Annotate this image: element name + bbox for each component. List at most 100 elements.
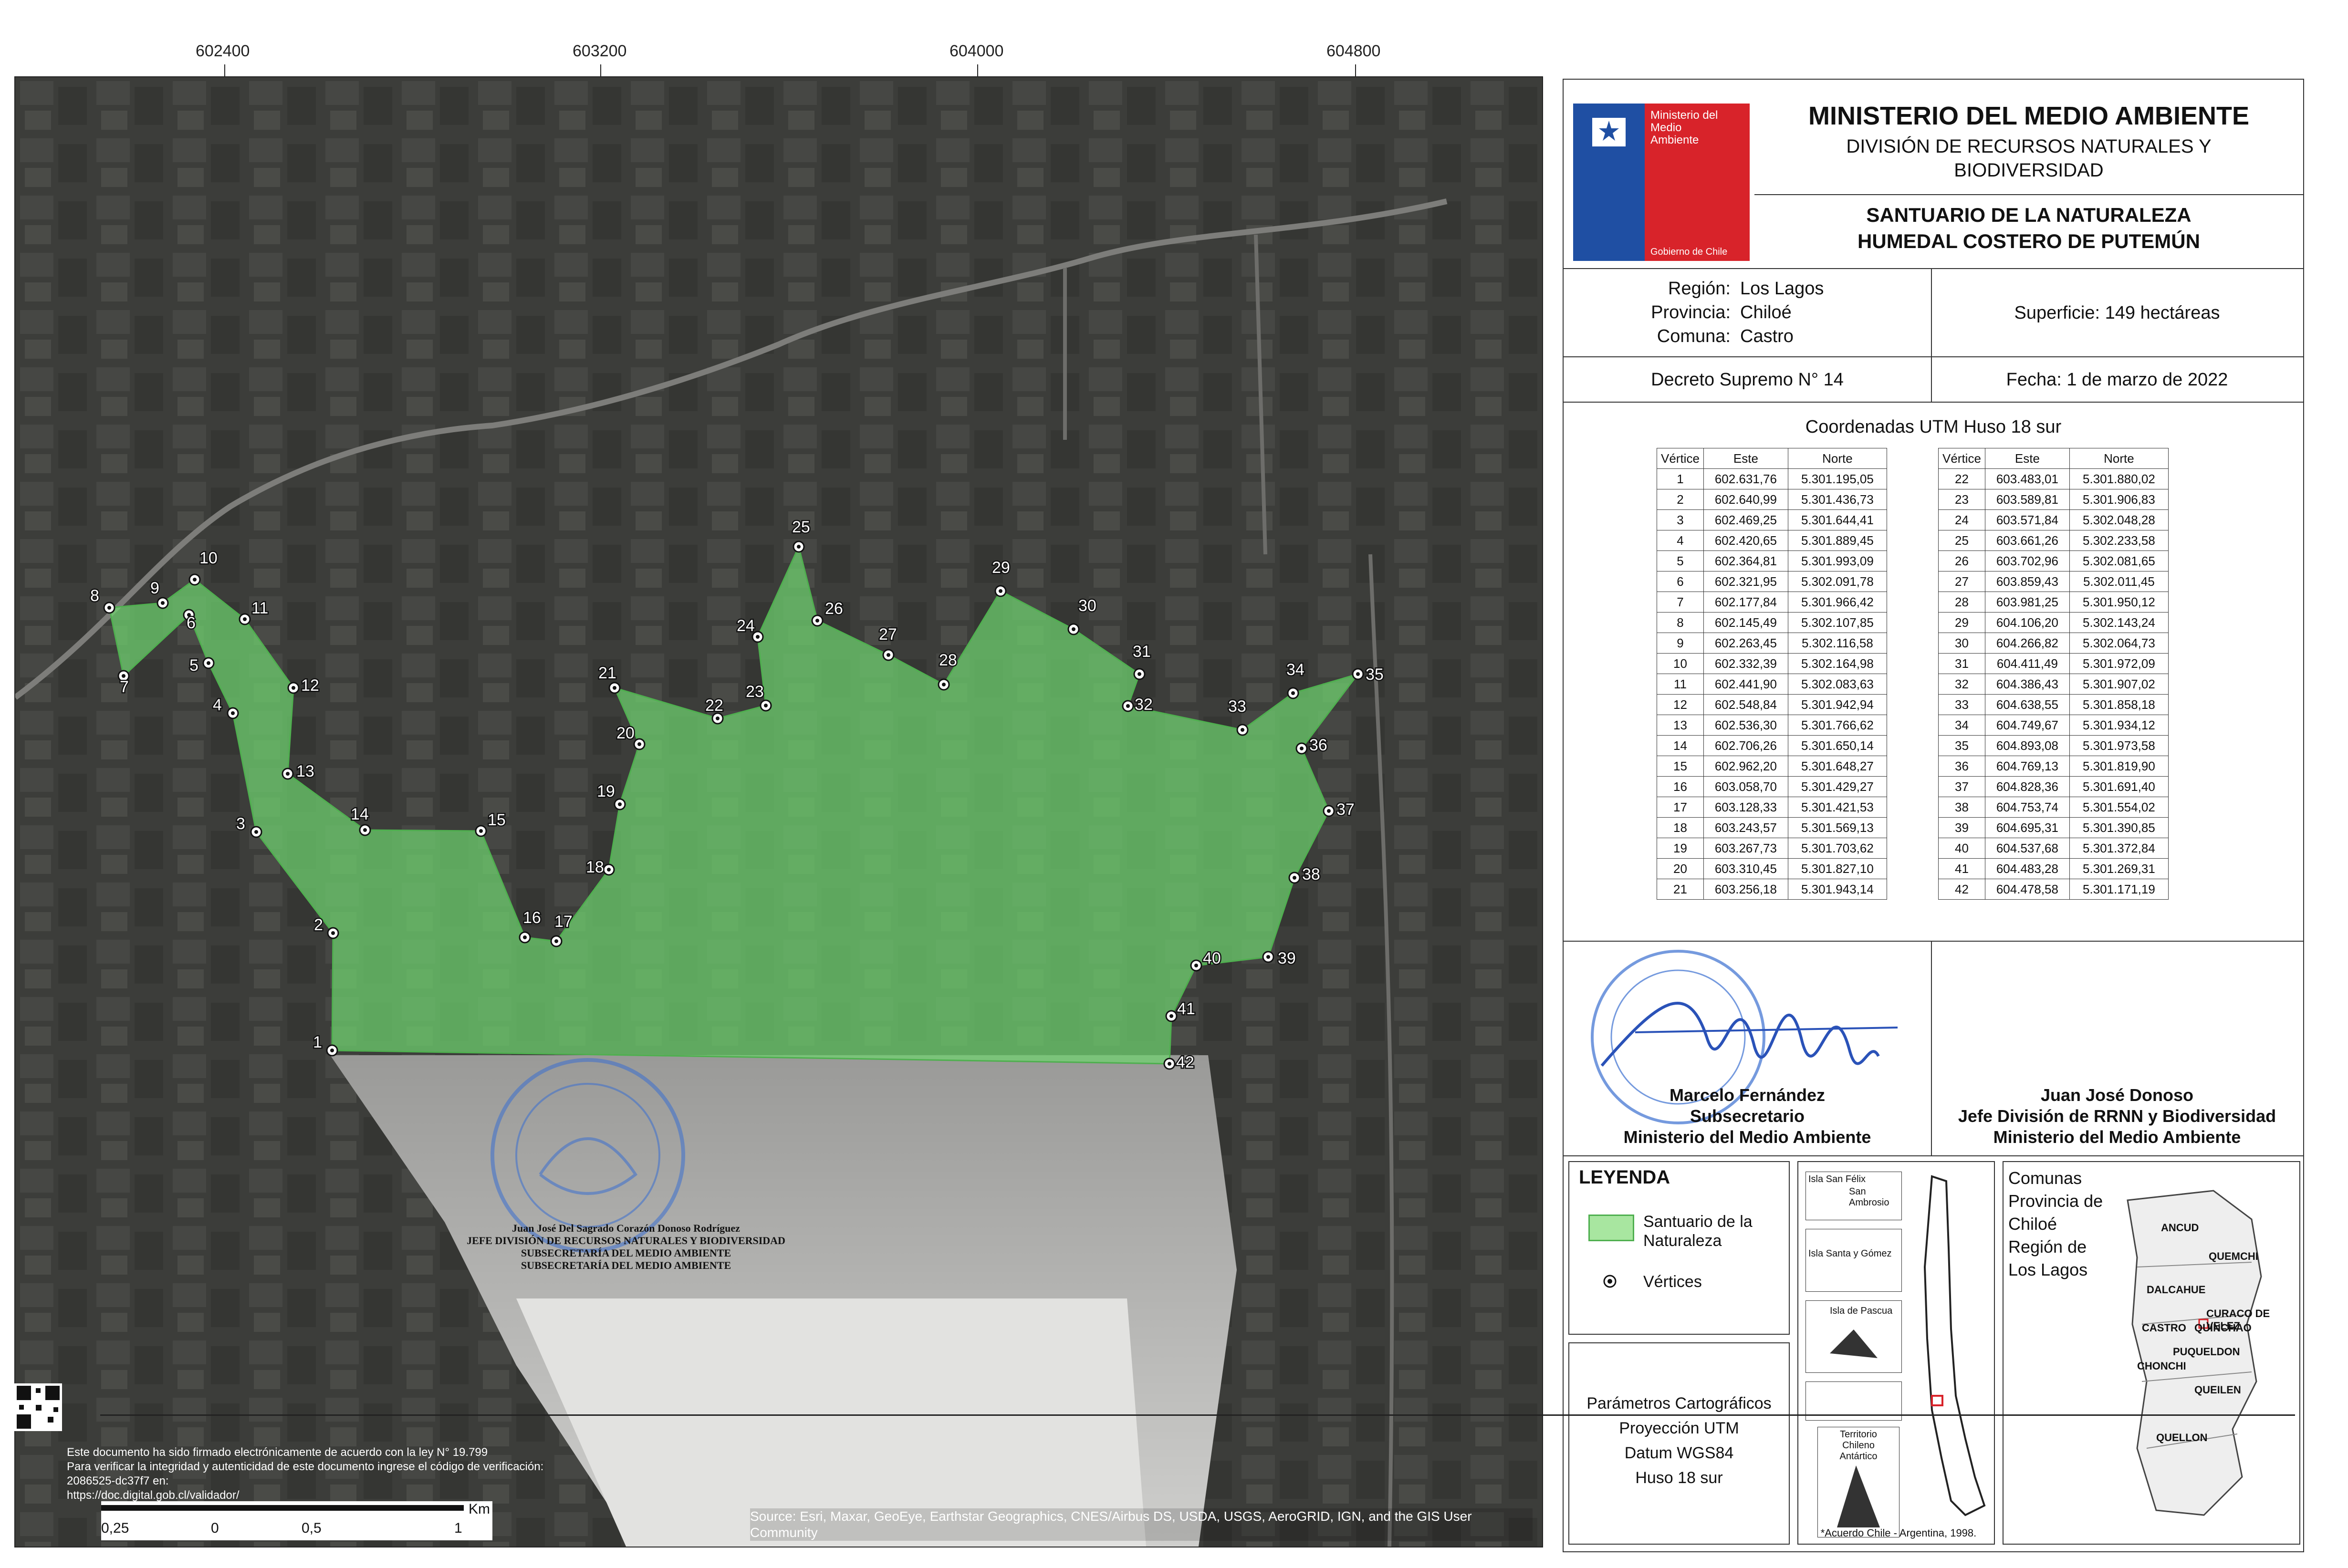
location-values: Los Lagos Chiloé Castro [1740, 277, 1824, 348]
e-sign-line: Para verificar la integridad y autentici… [67, 1460, 544, 1487]
chiloe-inset-title: Comunas Provincia de Chiloé Región de Lo… [2008, 1168, 2103, 1279]
vertex-dot [942, 683, 946, 686]
stamp-line: SUBSECRETARÍA DEL MEDIO AMBIENTE [521, 1247, 731, 1259]
stamp-line: JEFE DIVISIÓN DE RECURSOS NATURALES Y BI… [467, 1235, 785, 1246]
coord-row: 4 602.420,65 5.301.889,45 [1657, 530, 1887, 551]
norte-value: 5.302.107,85 [1787, 612, 1887, 633]
este-value: 603.243,57 [1703, 817, 1788, 838]
vertex-label: 30 [1078, 597, 1096, 615]
signature-section: Marcelo Fernández Subsecretario Minister… [1564, 941, 2303, 1156]
vertex-label: 5 [189, 656, 198, 675]
este-value: 604.695,31 [1984, 817, 2070, 838]
inset-box-sala-gomez: Isla Santa y Gómez [1805, 1229, 1902, 1292]
coord-row: 9 602.263,45 5.302.116,58 [1657, 633, 1887, 654]
norte-value: 5.301.171,19 [2069, 879, 2169, 900]
x-tick-mark [1355, 64, 1356, 78]
vertex-id: 3 [1657, 509, 1704, 530]
vertex-dot [1169, 1014, 1173, 1018]
vertex-dot [1356, 672, 1360, 676]
vertex-id: 15 [1657, 756, 1704, 777]
legend-item-sanctuary: Santuario de la Naturaleza [1643, 1213, 1753, 1250]
logo-text: Ministerio del Medio Ambiente [1650, 109, 1718, 146]
coord-row: 37 604.828,36 5.301.691,40 [1938, 776, 2169, 797]
vertex-label: 27 [879, 625, 897, 644]
chiloe-inset-map: Comunas Provincia de Chiloé Región de Lo… [2003, 1161, 2300, 1545]
norte-value: 5.301.691,40 [2069, 776, 2169, 797]
este-value: 604.537,68 [1984, 838, 2070, 859]
coord-row: 23 603.589,81 5.301.906,83 [1938, 489, 2169, 510]
vertex-label: 16 [523, 909, 541, 927]
coord-row: 33 604.638,55 5.301.858,18 [1938, 694, 2169, 715]
cartographic-params: Parámetros Cartográficos Proyección UTM … [1568, 1342, 1790, 1545]
vertex-label: 6 [187, 614, 196, 632]
vertex-label: 40 [1203, 949, 1221, 967]
vertex-dot [1300, 747, 1304, 750]
vertex-id: 6 [1657, 571, 1704, 592]
este-value: 604.638,55 [1984, 694, 2070, 715]
vertex-label: 10 [199, 549, 218, 567]
vertex-id: 8 [1657, 612, 1704, 633]
norte-value: 5.301.429,27 [1787, 776, 1887, 797]
vertex-dot [637, 742, 641, 746]
vertex-dot [1168, 1062, 1171, 1066]
satellite-map[interactable]: 1 2 3 4 5 6 7 8 9 10 11 12 13 14 15 16 17 18 19 20 21 22 23 24 2… [14, 76, 1543, 1547]
norte-value: 5.301.950,12 [2069, 592, 2169, 613]
border-note: *Acuerdo Chile - Argentina, 1998. [1820, 1527, 1977, 1539]
scale-label-1: 1 [454, 1520, 462, 1536]
este-value: 604.753,74 [1984, 797, 2070, 818]
norte-value: 5.301.993,09 [1787, 550, 1887, 571]
vertex-dot [607, 868, 611, 872]
vertex-id: 32 [1938, 674, 1985, 695]
este-value: 602.420,65 [1703, 530, 1788, 551]
signer-right-role: Jefe División de RRNN y Biodiversidad [1958, 1106, 2276, 1126]
vertex-id: 13 [1657, 715, 1704, 736]
coord-row: 38 604.753,74 5.301.554,02 [1938, 797, 2169, 818]
vertex-id: 42 [1938, 879, 1985, 900]
norte-value: 5.301.390,85 [2069, 817, 2169, 838]
e-sign-notice: Este documento ha sido firmado electróni… [67, 1445, 592, 1503]
coord-row: 35 604.893,08 5.301.973,58 [1938, 735, 2169, 756]
coord-row: 15 602.962,20 5.301.648,27 [1657, 756, 1887, 777]
vertex-label: 22 [705, 696, 723, 715]
este-value: 602.548,84 [1703, 694, 1788, 715]
este-value: 602.177,84 [1703, 592, 1788, 613]
signer-left-org: Ministerio del Medio Ambiente [1623, 1127, 1871, 1147]
ministry-logo: Ministerio del Medio Ambiente Gobierno d… [1573, 104, 1750, 261]
x-tick-602400: 602400 [196, 42, 250, 60]
vertex-label: 29 [992, 559, 1010, 577]
easter-island-shape [1830, 1329, 1878, 1358]
este-value: 602.145,49 [1703, 612, 1788, 633]
vertex-id: 12 [1657, 694, 1704, 715]
coord-row: 17 603.128,33 5.301.421,53 [1657, 797, 1887, 818]
qr-code[interactable] [14, 1383, 62, 1431]
vertex-label: 13 [296, 762, 314, 780]
island-label: Isla Santa y Gómez [1808, 1248, 1892, 1259]
col-este: Este [1703, 448, 1788, 469]
este-value: 604.266,82 [1984, 633, 2070, 654]
chile-inset-map: Isla San Félix San Ambrosio Isla Santa y… [1797, 1161, 1995, 1545]
coord-row: 1 602.631,76 5.301.195,05 [1657, 468, 1887, 489]
vertex-id: 38 [1938, 797, 1985, 818]
vertex-id: 37 [1938, 776, 1985, 797]
e-sign-link[interactable]: https://doc.digital.gob.cl/validador/ [67, 1488, 592, 1503]
vertex-dot [330, 1049, 334, 1052]
vertex-dot [292, 686, 295, 690]
island-label: San Ambrosio [1849, 1186, 1889, 1208]
vertex-id: 35 [1938, 735, 1985, 756]
este-value: 603.256,18 [1703, 879, 1788, 900]
coord-row: 2 602.640,99 5.301.436,73 [1657, 489, 1887, 510]
coordinates-section: Coordenadas UTM Huso 18 sur Vértice Este… [1564, 402, 2303, 942]
vertex-id: 31 [1938, 653, 1985, 674]
signer-left-role: Subsecretario [1690, 1106, 1805, 1126]
este-value: 603.702,96 [1984, 550, 2070, 571]
decree-row: Decreto Supremo N° 14 Fecha: 1 de marzo … [1564, 356, 2303, 403]
este-value: 604.106,20 [1984, 612, 2070, 633]
vertex-dot [554, 939, 558, 943]
coord-row: 36 604.769,13 5.301.819,90 [1938, 756, 2169, 777]
norte-value: 5.302.164,98 [1787, 653, 1887, 674]
vertex-id: 24 [1938, 509, 1985, 530]
vertex-dot [363, 828, 367, 832]
region-value: Los Lagos [1740, 279, 1824, 299]
norte-value: 5.301.648,27 [1787, 756, 1887, 777]
este-value: 604.769,13 [1984, 756, 2070, 777]
